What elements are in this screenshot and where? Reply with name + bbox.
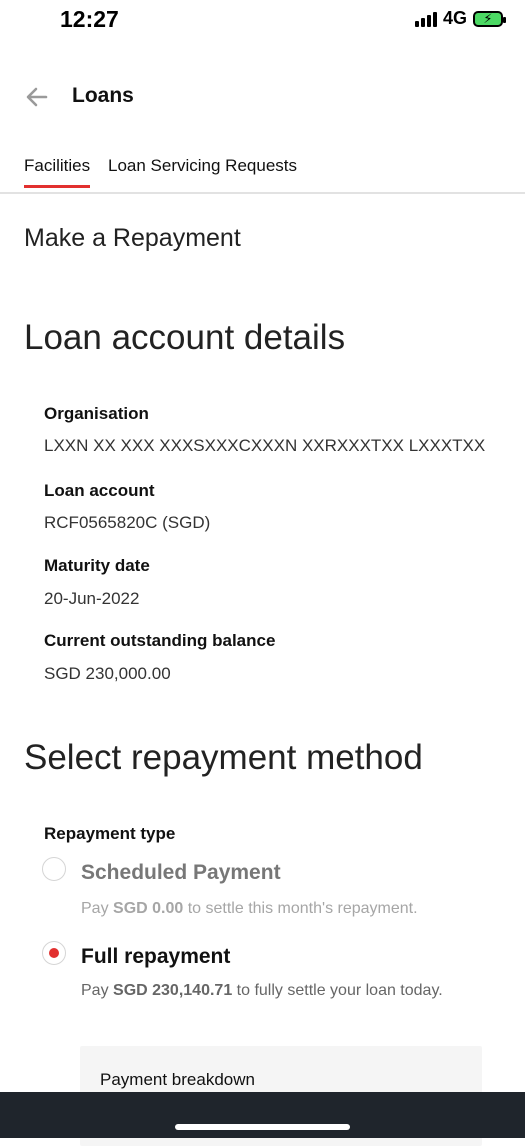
scheduled-payment-title: Scheduled Payment xyxy=(81,861,281,884)
organisation-value: LXXN XX XXX XXXSXXXCXXXN XXRXXXTXX LXXXT… xyxy=(44,436,486,455)
full-repayment-description: Pay SGD 230,140.71 to fully settle your … xyxy=(81,982,443,999)
scheduled-payment-description: Pay SGD 0.00 to settle this month's repa… xyxy=(81,900,418,917)
signal-bars-icon xyxy=(414,11,437,27)
tab-bar: Facilities Loan Servicing Requests xyxy=(0,148,525,194)
bottom-bar xyxy=(0,1092,525,1138)
scheduled-payment-amount: SGD 0.00 xyxy=(113,900,184,917)
scheduled-payment-radio[interactable] xyxy=(42,857,66,881)
arrow-left-icon[interactable] xyxy=(24,84,50,110)
page-subtitle: Make a Repayment xyxy=(24,224,241,252)
outstanding-balance-label: Current outstanding balance xyxy=(44,631,276,650)
repayment-type-label: Repayment type xyxy=(44,824,176,843)
repayment-method-heading: Select repayment method xyxy=(24,738,423,777)
loan-account-value: RCF0565820C (SGD) xyxy=(44,513,211,532)
loan-details-heading: Loan account details xyxy=(24,318,346,357)
app-header: Loans xyxy=(0,78,525,118)
tab-facilities[interactable]: Facilities xyxy=(24,156,91,188)
page-title: Loans xyxy=(72,84,134,107)
loan-account-label: Loan account xyxy=(44,481,155,500)
status-indicators: 4G ⚡ xyxy=(414,8,506,29)
maturity-date-value: 20-Jun-2022 xyxy=(44,589,140,608)
status-time: 12:27 xyxy=(60,6,119,32)
outstanding-balance-value: SGD 230,000.00 xyxy=(44,664,171,683)
full-repayment-radio[interactable] xyxy=(42,941,66,965)
full-repayment-title: Full repayment xyxy=(81,945,231,968)
battery-charging-icon: ⚡ xyxy=(473,10,506,27)
network-type: 4G xyxy=(442,8,467,28)
organisation-label: Organisation xyxy=(44,404,149,423)
home-indicator[interactable] xyxy=(175,1124,350,1130)
full-repayment-amount: SGD 230,140.71 xyxy=(113,982,233,999)
payment-breakdown-label: Payment breakdown xyxy=(100,1070,255,1089)
status-bar: 12:27 4G ⚡ xyxy=(0,0,525,44)
maturity-date-label: Maturity date xyxy=(44,556,150,575)
tab-loan-servicing-requests[interactable]: Loan Servicing Requests xyxy=(108,156,297,176)
